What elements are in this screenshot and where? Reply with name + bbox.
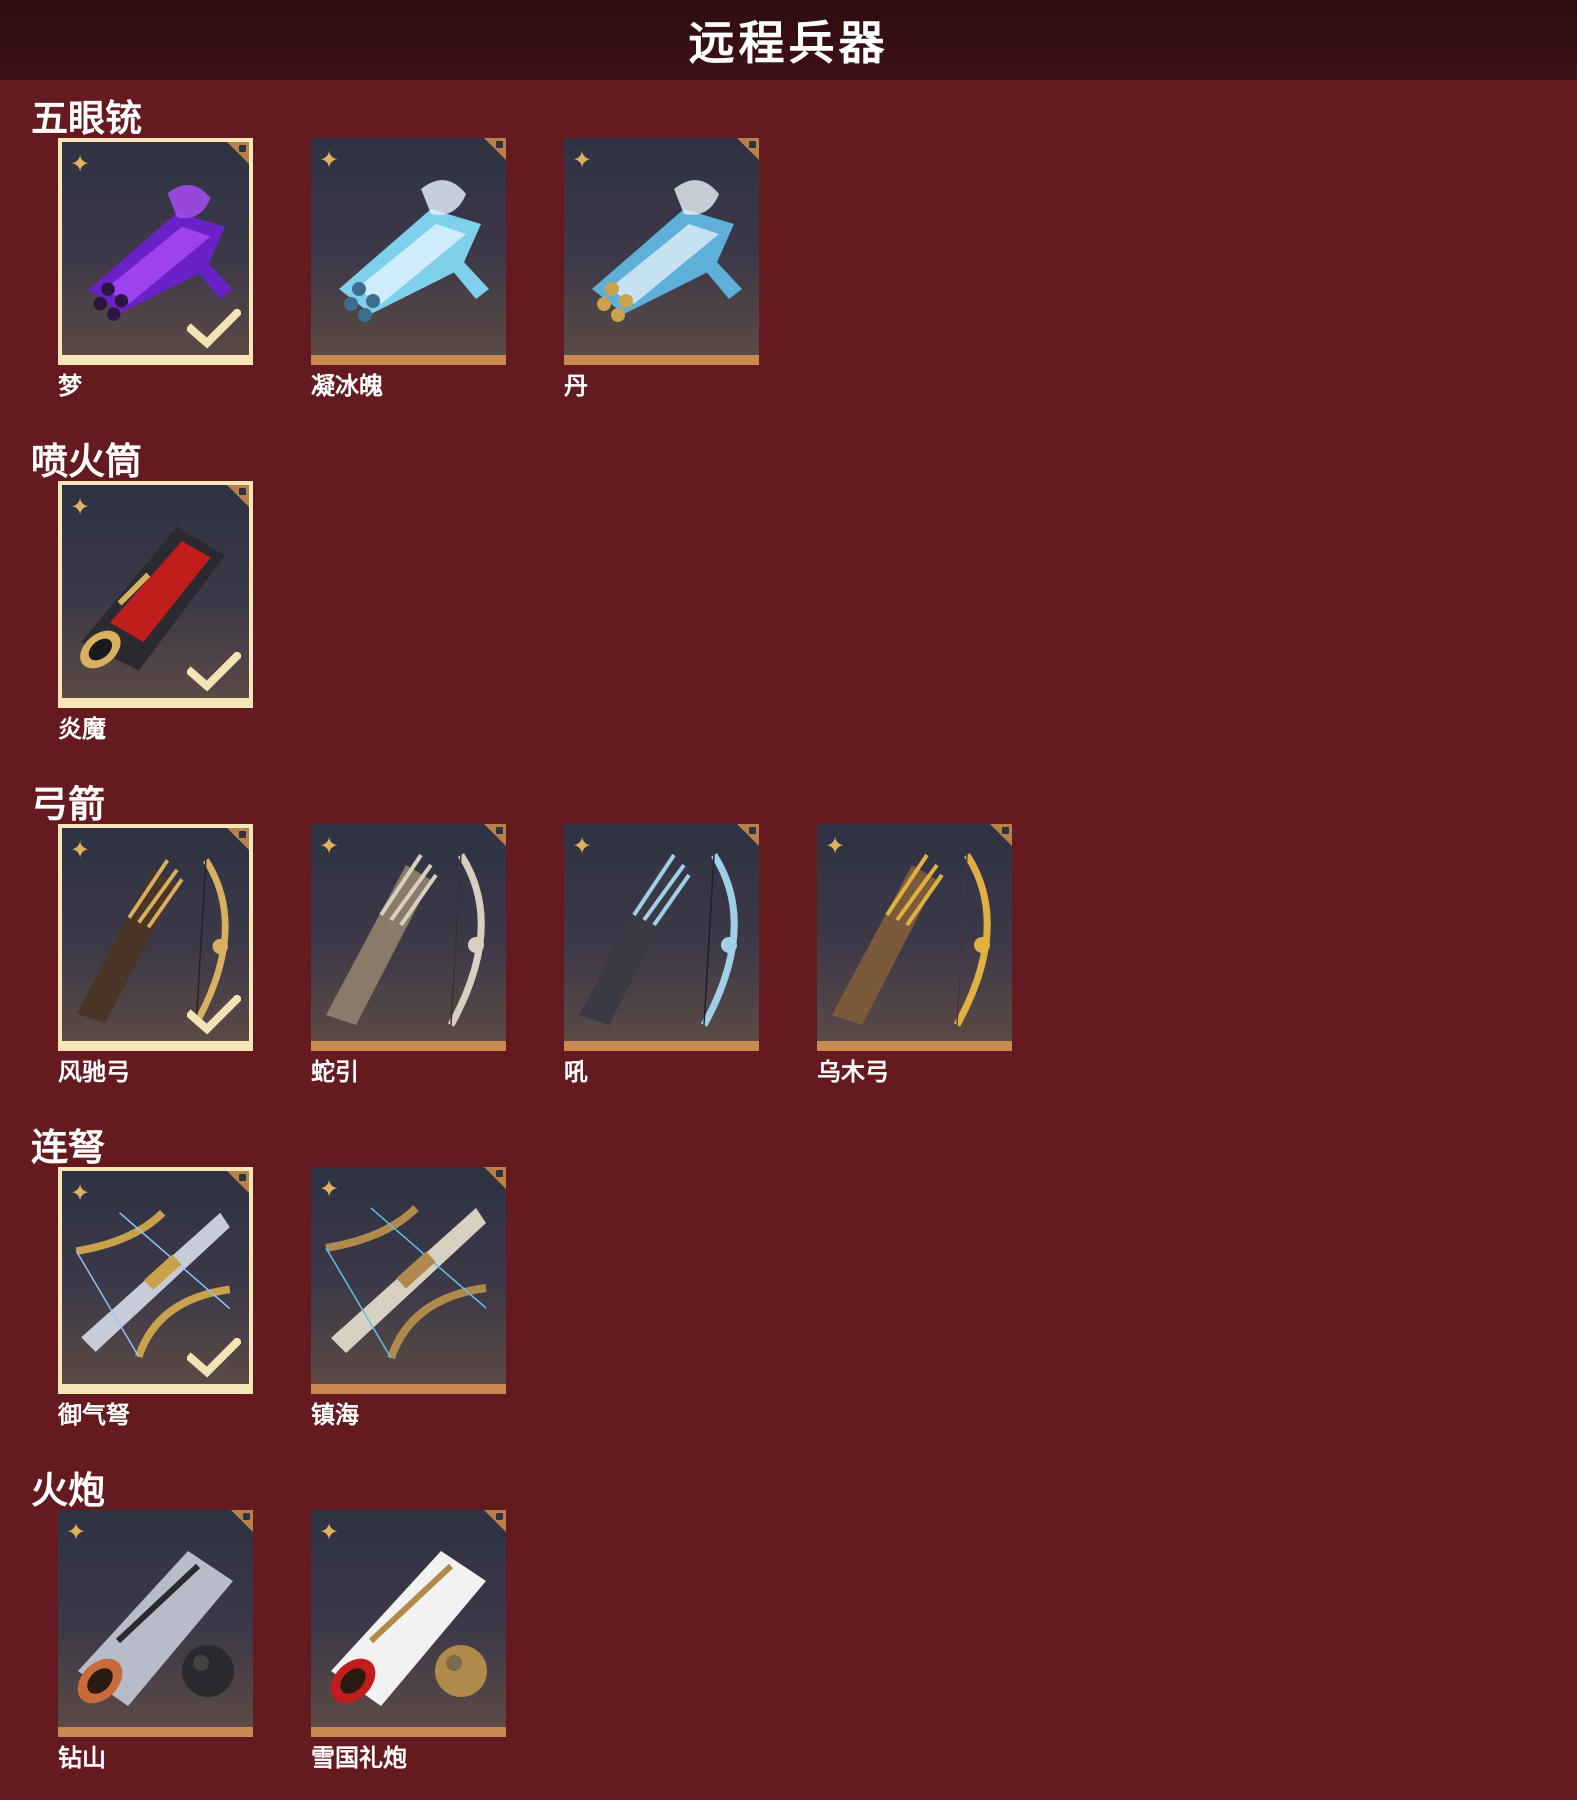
weapon-card[interactable]: ✦ 雪国礼炮 (311, 1510, 506, 1785)
weapon-category: 五眼铳 ✦ 梦 ✦ 凝冰魄 ✦ 丹 (0, 80, 1577, 423)
corner-tag-icon (227, 485, 249, 507)
rarity-star-icon: ✦ (319, 146, 340, 174)
category-title: 火炮 (31, 1469, 105, 1512)
rarity-star-icon: ✦ (319, 1518, 340, 1546)
weapon-image (339, 180, 489, 322)
corner-tag-icon (484, 824, 506, 846)
weapon-card[interactable]: ✦ 炎魔 (58, 481, 253, 756)
corner-tag-icon (231, 1510, 253, 1532)
checkmark-icon (187, 309, 241, 349)
weapon-card[interactable]: ✦ 钻山 (58, 1510, 253, 1785)
weapon-image (325, 1205, 487, 1360)
weapon-card[interactable]: ✦ 乌木弓 (817, 824, 1012, 1099)
rarity-star-icon: ✦ (70, 150, 91, 178)
weapon-name: 梦 (58, 372, 82, 400)
corner-tag-icon (737, 138, 759, 160)
weapon-name: 炎魔 (58, 715, 106, 743)
weapon-image (832, 853, 991, 1027)
weapon-card[interactable]: ✦ 御气弩 (58, 1167, 253, 1442)
corner-tag-icon (484, 1510, 506, 1532)
weapon-name: 蛇引 (311, 1058, 359, 1086)
rarity-star-icon: ✦ (825, 832, 846, 860)
weapon-image (326, 853, 485, 1027)
weapon-card[interactable]: ✦ 蛇引 (311, 824, 506, 1099)
corner-tag-icon (227, 1171, 249, 1193)
weapon-card[interactable]: ✦ 镇海 (311, 1167, 506, 1442)
weapon-category: 弓箭 ✦ 风驰弓 ✦ 蛇引 ✦ 吼 ✦ 乌木弓 (0, 766, 1577, 1109)
category-title: 喷火筒 (31, 440, 142, 483)
weapon-tile[interactable]: ✦ (311, 138, 506, 365)
corner-tag-icon (484, 1167, 506, 1189)
corner-tag-icon (227, 828, 249, 850)
rarity-star-icon: ✦ (319, 832, 340, 860)
weapon-tile[interactable]: ✦ (817, 824, 1012, 1051)
weapon-tile[interactable]: ✦ (311, 1510, 506, 1737)
weapon-tile[interactable]: ✦ (311, 824, 506, 1051)
rarity-star-icon: ✦ (70, 493, 91, 521)
weapon-tile[interactable]: ✦ (564, 138, 759, 365)
weapon-tile[interactable]: ✦ (58, 138, 253, 365)
weapon-category: 喷火筒 ✦ 炎魔 (0, 423, 1577, 766)
rarity-star-icon: ✦ (572, 146, 593, 174)
weapon-tile[interactable]: ✦ (311, 1167, 506, 1394)
weapon-card[interactable]: ✦ 丹 (564, 138, 759, 413)
corner-tag-icon (990, 824, 1012, 846)
rarity-star-icon: ✦ (66, 1518, 87, 1546)
rarity-star-icon: ✦ (70, 836, 91, 864)
corner-tag-icon (737, 824, 759, 846)
weapon-tile[interactable]: ✦ (58, 481, 253, 708)
checkmark-icon (187, 1338, 241, 1378)
weapon-name: 风驰弓 (58, 1058, 130, 1086)
weapon-category: 连弩 ✦ 御气弩 ✦ 镇海 (0, 1109, 1577, 1452)
weapon-name: 乌木弓 (817, 1058, 889, 1086)
corner-tag-icon (484, 138, 506, 160)
weapon-card[interactable]: ✦ 梦 (58, 138, 253, 413)
weapon-tile[interactable]: ✦ (564, 824, 759, 1051)
rarity-star-icon: ✦ (70, 1179, 91, 1207)
rarity-star-icon: ✦ (572, 832, 593, 860)
weapon-name: 雪国礼炮 (311, 1744, 407, 1772)
weapon-card[interactable]: ✦ 凝冰魄 (311, 138, 506, 413)
weapon-image (330, 1551, 487, 1706)
weapon-card[interactable]: ✦ 吼 (564, 824, 759, 1099)
weapon-name: 御气弩 (58, 1401, 130, 1429)
corner-tag-icon (227, 142, 249, 164)
weapon-tile[interactable]: ✦ (58, 1510, 253, 1737)
weapon-tile[interactable]: ✦ (58, 824, 253, 1051)
weapon-card[interactable]: ✦ 风驰弓 (58, 824, 253, 1099)
weapon-image (592, 180, 742, 322)
weapon-tile[interactable]: ✦ (58, 1167, 253, 1394)
weapon-name: 钻山 (58, 1744, 106, 1772)
weapon-name: 吼 (564, 1058, 588, 1086)
weapon-image (77, 1551, 234, 1706)
page-header: 远程兵器 (0, 0, 1577, 80)
category-title: 五眼铳 (31, 97, 142, 140)
weapon-category: 火炮 ✦ 钻山 ✦ 雪国礼炮 (0, 1452, 1577, 1795)
category-title: 弓箭 (31, 783, 105, 826)
weapon-image (579, 853, 738, 1027)
checkmark-icon (187, 995, 241, 1035)
weapon-name: 丹 (564, 372, 588, 400)
category-title: 连弩 (31, 1126, 105, 1169)
weapon-name: 镇海 (311, 1401, 359, 1429)
rarity-star-icon: ✦ (319, 1175, 340, 1203)
weapon-name: 凝冰魄 (311, 372, 383, 400)
page-title: 远程兵器 (688, 16, 889, 70)
checkmark-icon (187, 652, 241, 692)
